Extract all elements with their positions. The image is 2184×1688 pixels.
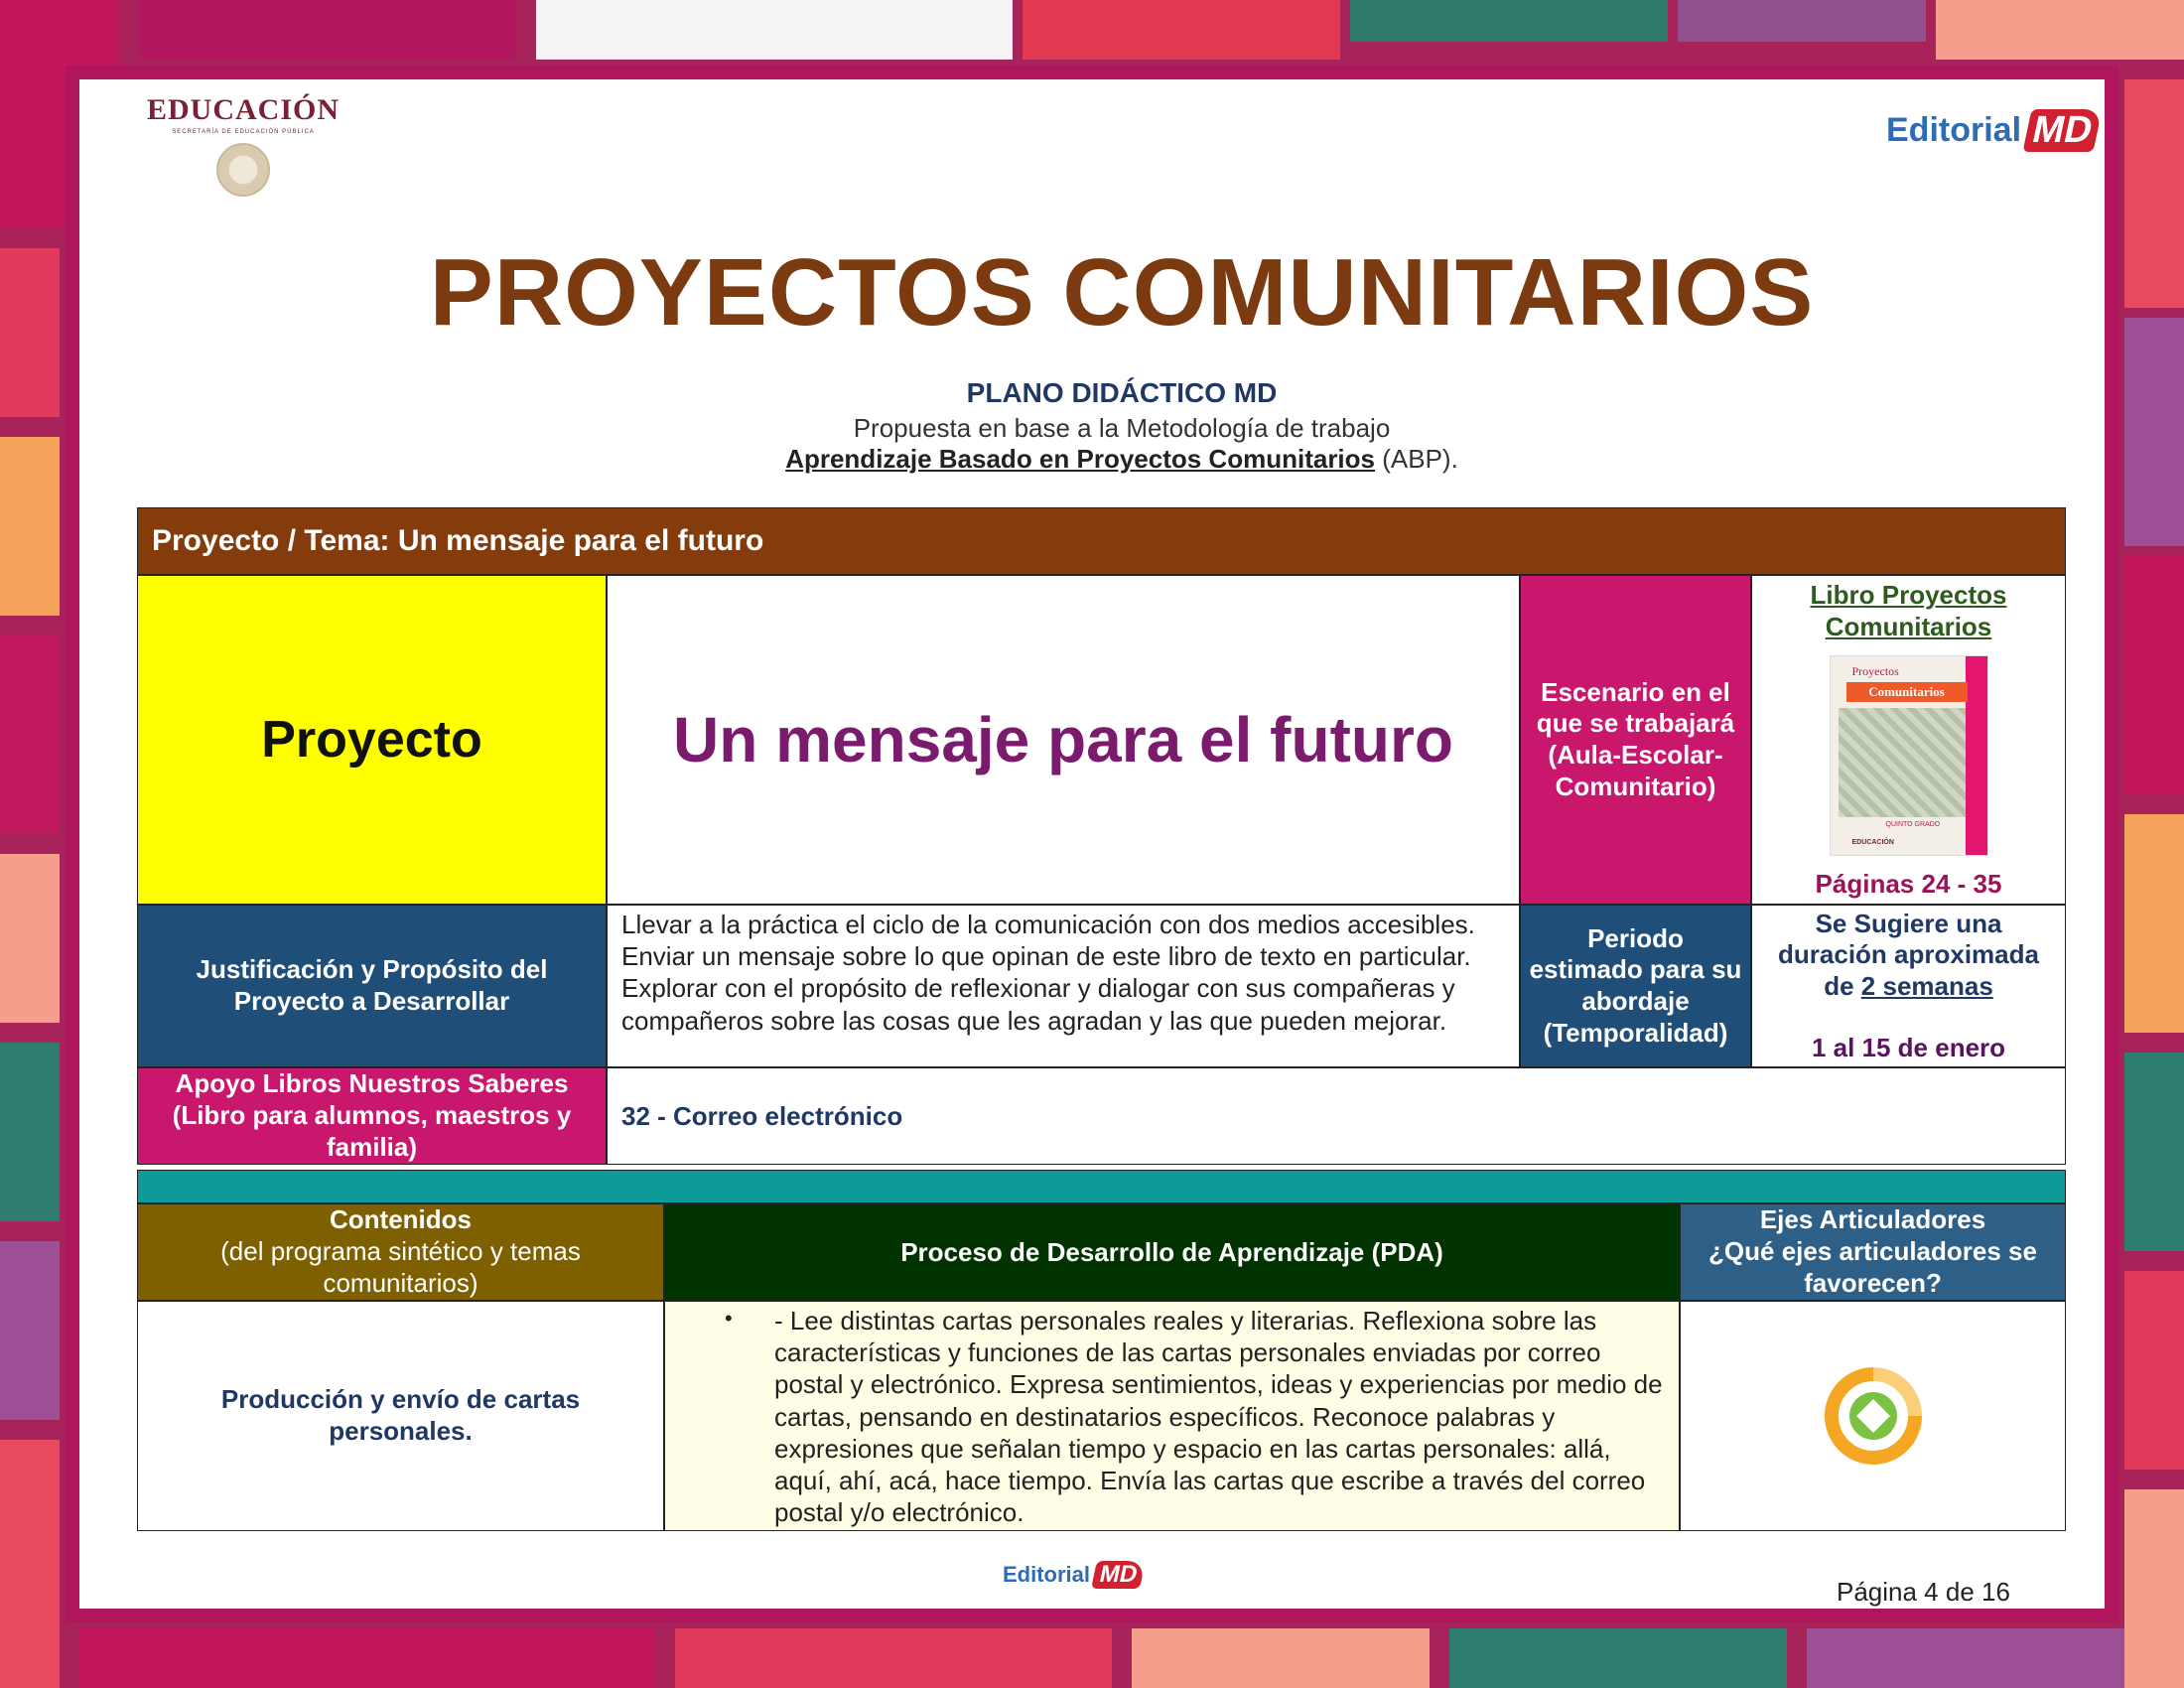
book-cover-top: Proyectos bbox=[1851, 664, 1899, 679]
pda-bullet: • bbox=[725, 1306, 733, 1331]
fechas-text: 1 al 15 de enero bbox=[1811, 1032, 2006, 1062]
footer-editorial-word: Editorial bbox=[1003, 1562, 1091, 1587]
ejes-title: Ejes Articuladores bbox=[1759, 1204, 1986, 1235]
periodo-label: Periodo estimado para su abordaje (Tempo… bbox=[1520, 905, 1751, 1067]
propuesta-text: Propuesta en base a la Metodología de tr… bbox=[853, 413, 1391, 443]
book-cover-image: Proyectos Comunitarios QUINTO GRADO EDUC… bbox=[1829, 655, 1988, 857]
plano-heading: PLANO DIDÁCTICO MD bbox=[966, 377, 1278, 408]
contenidos-subtitle: (del programa sintético y temas comunita… bbox=[220, 1236, 581, 1298]
abp-line: Aprendizaje Basado en Proyectos Comunita… bbox=[79, 444, 2164, 475]
sep-logo: EDUCACIÓN SECRETARÍA DE EDUCACIÓN PÚBLIC… bbox=[134, 93, 352, 197]
abp-suffix: (ABP). bbox=[1375, 444, 1458, 474]
md-mark: MD bbox=[2022, 109, 2103, 152]
pda-header: Proceso de Desarrollo de Aprendizaje (PD… bbox=[664, 1203, 1680, 1301]
sep-logo-subtext: SECRETARÍA DE EDUCACIÓN PÚBLICA bbox=[172, 129, 315, 135]
paginas-text: Páginas 24 - 35 bbox=[1815, 869, 2002, 899]
book-cover-grade: QUINTO GRADO bbox=[1885, 821, 1941, 829]
pda-text: - Lee distintas cartas personales reales… bbox=[774, 1306, 1663, 1528]
book-cover-illustration bbox=[1838, 708, 1966, 818]
book-cover-publisher: EDUCACIÓN bbox=[1851, 839, 1894, 847]
editorial-word: Editorial bbox=[1886, 111, 2022, 149]
duracion-weeks: 2 semanas bbox=[1860, 971, 1993, 1001]
justificacion-text: Llevar a la práctica el ciclo de la comu… bbox=[607, 905, 1520, 1067]
proyecto-label: Proyecto bbox=[137, 575, 607, 905]
footer-md-mark: MD bbox=[1091, 1561, 1147, 1589]
apoyo-label: Apoyo Libros Nuestros Saberes (Libro par… bbox=[137, 1067, 607, 1165]
document-page: EDUCACIÓN SECRETARÍA DE EDUCACIÓN PÚBLIC… bbox=[79, 79, 2105, 1609]
sep-logo-text: EDUCACIÓN bbox=[146, 93, 340, 126]
duracion-cell: Se Sugiere una duración aproximada de 2 … bbox=[1751, 905, 2066, 1067]
abp-methodology: Aprendizaje Basado en Proyectos Comunita… bbox=[785, 444, 1375, 474]
escenario-label: Escenario en el que se trabajará (Aula-E… bbox=[1520, 575, 1751, 905]
national-seal-icon bbox=[216, 143, 270, 197]
pda-cell: • - Lee distintas cartas personales real… bbox=[664, 1301, 1680, 1531]
apoyo-value: 32 - Correo electrónico bbox=[607, 1067, 2066, 1165]
teal-separator-bar bbox=[137, 1170, 2066, 1203]
eje-articulador-icon bbox=[1824, 1367, 1922, 1465]
ejes-header: Ejes Articuladores ¿Qué ejes articulador… bbox=[1680, 1203, 2066, 1301]
book-cover-title: Comunitarios bbox=[1845, 682, 1968, 703]
contenido-cell: Producción y envío de cartas personales. bbox=[137, 1301, 664, 1531]
ejes-subtitle: ¿Qué ejes articuladores se favorecen? bbox=[1708, 1236, 2037, 1298]
contenidos-header: Contenidos (del programa sintético y tem… bbox=[137, 1203, 664, 1301]
justificacion-label: Justificación y Propósito del Proyecto a… bbox=[137, 905, 607, 1067]
page-title: PROYECTOS COMUNITARIOS bbox=[429, 239, 1815, 346]
project-header: Proyecto / Tema: Un mensaje para el futu… bbox=[137, 507, 2066, 575]
proyecto-name: Un mensaje para el futuro bbox=[607, 575, 1520, 905]
editorial-md-logo: Editorial MD bbox=[1886, 109, 2103, 152]
ejes-cell bbox=[1680, 1301, 2066, 1531]
libro-cell: Libro Proyectos Comunitarios Proyectos C… bbox=[1751, 575, 2066, 905]
libro-proyectos-link[interactable]: Libro Proyectos Comunitarios bbox=[1795, 580, 2023, 642]
contenidos-title: Contenidos bbox=[330, 1204, 472, 1235]
footer-editorial-logo: Editorial MD bbox=[1003, 1561, 1147, 1589]
page-number: Página 4 de 16 bbox=[1837, 1577, 2010, 1607]
